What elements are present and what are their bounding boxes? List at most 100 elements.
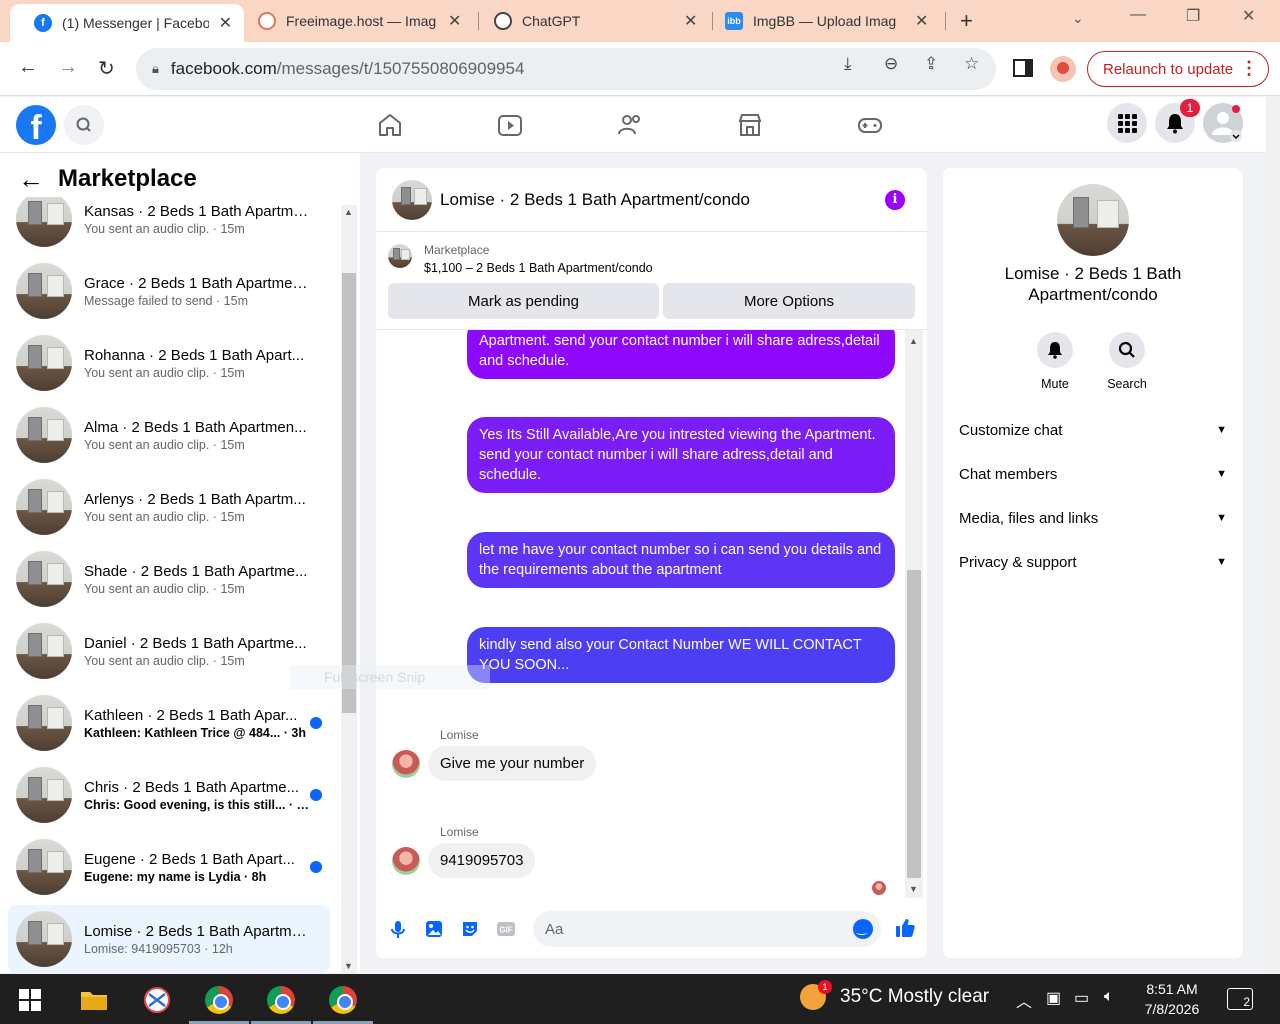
volume-icon[interactable]: 🔈︎: [1104, 988, 1114, 1006]
listing-thumbnail[interactable]: [388, 244, 412, 268]
received-message[interactable]: 9419095703: [428, 843, 536, 878]
file-explorer-app[interactable]: [74, 982, 114, 1018]
mark-as-pending-button[interactable]: Mark as pending: [388, 283, 659, 319]
conversation-item[interactable]: Lomise · 2 Beds 1 Bath Apartme... Lomise:…: [8, 905, 330, 973]
show-hidden-icons-icon[interactable]: ︿: [1016, 988, 1032, 1012]
chrome-app-1[interactable]: [189, 982, 249, 1024]
relaunch-button[interactable]: Relaunch to update ⋮: [1087, 51, 1269, 87]
side-panel-icon[interactable]: [1013, 59, 1033, 77]
reload-icon[interactable]: ↻: [98, 56, 115, 81]
close-tab-icon[interactable]: ✕: [915, 11, 928, 31]
emoji-icon[interactable]: [853, 919, 873, 939]
share-icon[interactable]: ⇪: [924, 54, 938, 74]
media-files-links-row[interactable]: Media, files and links ▼: [959, 506, 1227, 530]
account-avatar-icon: [1212, 105, 1242, 142]
camera-icon[interactable]: ▣: [1046, 988, 1061, 1008]
browser-toolbar: ← → ↻ 🔒︎ facebook.com/messages/t/1507550…: [0, 42, 1280, 96]
sticker-icon[interactable]: [460, 919, 480, 939]
forward-icon[interactable]: →: [58, 56, 78, 79]
conversation-item[interactable]: Kansas · 2 Beds 1 Bath Apartme... You sen…: [8, 197, 330, 253]
watch-video-icon[interactable]: [496, 111, 524, 139]
privacy-support-row[interactable]: Privacy & support ▼: [959, 550, 1227, 574]
scrollbar-thumb[interactable]: [342, 273, 356, 713]
search-in-conversation-button[interactable]: Search: [1097, 332, 1157, 391]
received-message[interactable]: Give me your number: [428, 746, 597, 781]
bookmark-star-icon[interactable]: ☆: [964, 54, 979, 74]
menu-button[interactable]: [1107, 103, 1147, 143]
maximize-icon[interactable]: ❐: [1186, 6, 1200, 26]
close-tab-icon[interactable]: ✕: [684, 11, 697, 31]
home-icon[interactable]: [376, 111, 404, 139]
conversation-item[interactable]: Chris · 2 Beds 1 Bath Apartme... Chris: G…: [8, 761, 330, 829]
marketplace-icon[interactable]: [736, 111, 764, 139]
listing-price-title[interactable]: $1,100 – 2 Beds 1 Bath Apartment/condo: [424, 261, 653, 275]
sender-avatar[interactable]: [392, 750, 420, 778]
close-tab-icon[interactable]: ✕: [219, 13, 232, 33]
network-icon[interactable]: ▭: [1074, 988, 1089, 1008]
zoom-icon[interactable]: ⊖: [884, 54, 898, 74]
conversation-item[interactable]: Eugene · 2 Beds 1 Bath Apart... Eugene: m…: [8, 833, 330, 901]
page-scrollbar[interactable]: [1266, 97, 1280, 973]
conversation-item[interactable]: Rohanna · 2 Beds 1 Bath Apart... You sent…: [8, 329, 330, 397]
conversation-item[interactable]: Kathleen · 2 Beds 1 Bath Apar... Kathleen…: [8, 689, 330, 757]
microphone-icon[interactable]: [388, 919, 408, 939]
message-input[interactable]: Aa: [533, 911, 881, 947]
customize-chat-row[interactable]: Customize chat ▼: [959, 418, 1227, 442]
sender-avatar[interactable]: [392, 847, 420, 875]
chat-avatar[interactable]: [392, 179, 432, 220]
chrome-app-3[interactable]: [313, 982, 373, 1024]
sent-message[interactable]: Apartment. send your contact number i wi…: [467, 330, 895, 379]
sent-message[interactable]: Yes Its Still Available,Are you intreste…: [467, 417, 895, 493]
sidebar-scrollbar[interactable]: ▲ ▼: [341, 205, 357, 973]
sent-message[interactable]: kindly send also your Contact Number WE …: [467, 627, 895, 683]
snipping-tool-app[interactable]: [137, 982, 177, 1018]
friends-icon[interactable]: [616, 111, 644, 139]
mute-button[interactable]: Mute: [1025, 332, 1085, 391]
browser-menu-icon[interactable]: ⋮: [1240, 58, 1258, 79]
info-icon[interactable]: i: [885, 190, 905, 210]
close-window-icon[interactable]: ✕: [1242, 6, 1255, 26]
conversation-item[interactable]: Arlenys · 2 Beds 1 Bath Apartm... You sen…: [8, 473, 330, 541]
facebook-logo-icon[interactable]: f: [16, 105, 56, 145]
tab-search-icon[interactable]: ⌄: [1072, 10, 1084, 27]
notification-center-icon[interactable]: 2: [1227, 988, 1253, 1010]
tab-freeimage[interactable]: Freeimage.host — Imag ✕: [234, 0, 473, 42]
search-button[interactable]: [64, 105, 104, 145]
back-icon[interactable]: ←: [18, 56, 38, 79]
thumbs-up-icon[interactable]: [894, 917, 916, 939]
conversation-item[interactable]: Alma · 2 Beds 1 Bath Apartmen... You sent…: [8, 401, 330, 469]
tab-chatgpt[interactable]: ChatGPT ✕: [470, 0, 709, 42]
close-tab-icon[interactable]: ✕: [448, 11, 461, 31]
taskbar-clock[interactable]: 8:51 AM 7/8/2026: [1140, 979, 1204, 1019]
new-tab-icon[interactable]: +: [960, 8, 973, 34]
scrollbar-thumb[interactable]: [907, 570, 921, 878]
tab-messenger[interactable]: f (1) Messenger | Facebo ✕: [10, 4, 244, 42]
sent-message[interactable]: let me have your contact number so i can…: [467, 532, 895, 588]
conversation-item[interactable]: Grace · 2 Beds 1 Bath Apartmen... Message…: [8, 257, 330, 325]
account-button[interactable]: [1203, 103, 1243, 143]
scroll-down-icon[interactable]: ▼: [909, 884, 918, 894]
more-options-button[interactable]: More Options: [663, 283, 915, 319]
conversation-item[interactable]: Daniel · 2 Beds 1 Bath Apartme... You sen…: [8, 617, 330, 685]
gif-icon[interactable]: GIF: [496, 919, 516, 939]
gaming-icon[interactable]: [856, 111, 884, 139]
photo-icon[interactable]: [424, 919, 444, 939]
chat-title[interactable]: Lomise · 2 Beds 1 Bath Apartment/condo: [440, 190, 750, 210]
tab-imgbb[interactable]: ibb ImgBB — Upload Imag ✕: [701, 0, 940, 42]
scroll-up-icon[interactable]: ▲: [909, 336, 918, 346]
scroll-up-icon[interactable]: ▲: [344, 207, 353, 217]
chrome-app-2[interactable]: [251, 982, 311, 1024]
details-avatar[interactable]: [1057, 184, 1129, 256]
weather-widget[interactable]: 1 35°C Mostly clear: [800, 980, 989, 1010]
profile-avatar[interactable]: [1050, 56, 1076, 82]
start-button[interactable]: [10, 982, 50, 1018]
back-arrow-icon[interactable]: ←: [18, 166, 44, 192]
conversation-item[interactable]: Shade · 2 Beds 1 Bath Apartme... You sent…: [8, 545, 330, 613]
address-bar[interactable]: 🔒︎ facebook.com/messages/t/1507550806909…: [136, 48, 996, 90]
site-info-icon[interactable]: 🔒︎: [152, 61, 159, 77]
chat-members-row[interactable]: Chat members ▼: [959, 462, 1227, 486]
minimize-icon[interactable]: —: [1130, 6, 1146, 24]
thread-scrollbar[interactable]: ▲ ▼: [905, 330, 923, 898]
install-app-icon[interactable]: ⤓: [844, 54, 852, 74]
scroll-down-icon[interactable]: ▼: [344, 961, 353, 971]
